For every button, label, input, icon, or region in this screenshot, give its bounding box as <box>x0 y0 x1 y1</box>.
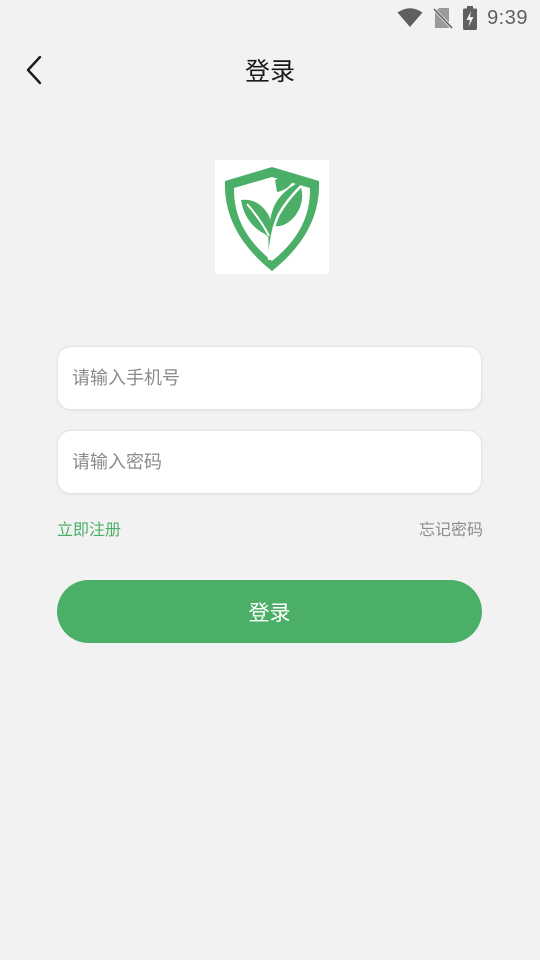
app-logo <box>215 160 329 274</box>
register-link[interactable]: 立即注册 <box>57 516 121 540</box>
status-bar: 9:39 <box>0 0 540 36</box>
phone-input-box[interactable] <box>57 346 482 410</box>
password-input-box[interactable] <box>57 430 482 494</box>
page-title: 登录 <box>244 57 295 86</box>
header: 登录 <box>0 44 540 94</box>
status-time: 9:39 <box>487 6 528 29</box>
password-input[interactable] <box>72 431 467 493</box>
forgot-password-link[interactable]: 忘记密码 <box>419 516 483 540</box>
status-icons: 9:39 <box>397 6 528 30</box>
battery-charging-icon <box>463 6 478 30</box>
phone-input[interactable] <box>72 347 467 409</box>
shield-leaf-logo-icon <box>224 167 320 271</box>
no-sim-icon <box>433 7 454 29</box>
login-button[interactable]: 登录 <box>57 580 482 643</box>
wifi-icon <box>397 8 423 28</box>
